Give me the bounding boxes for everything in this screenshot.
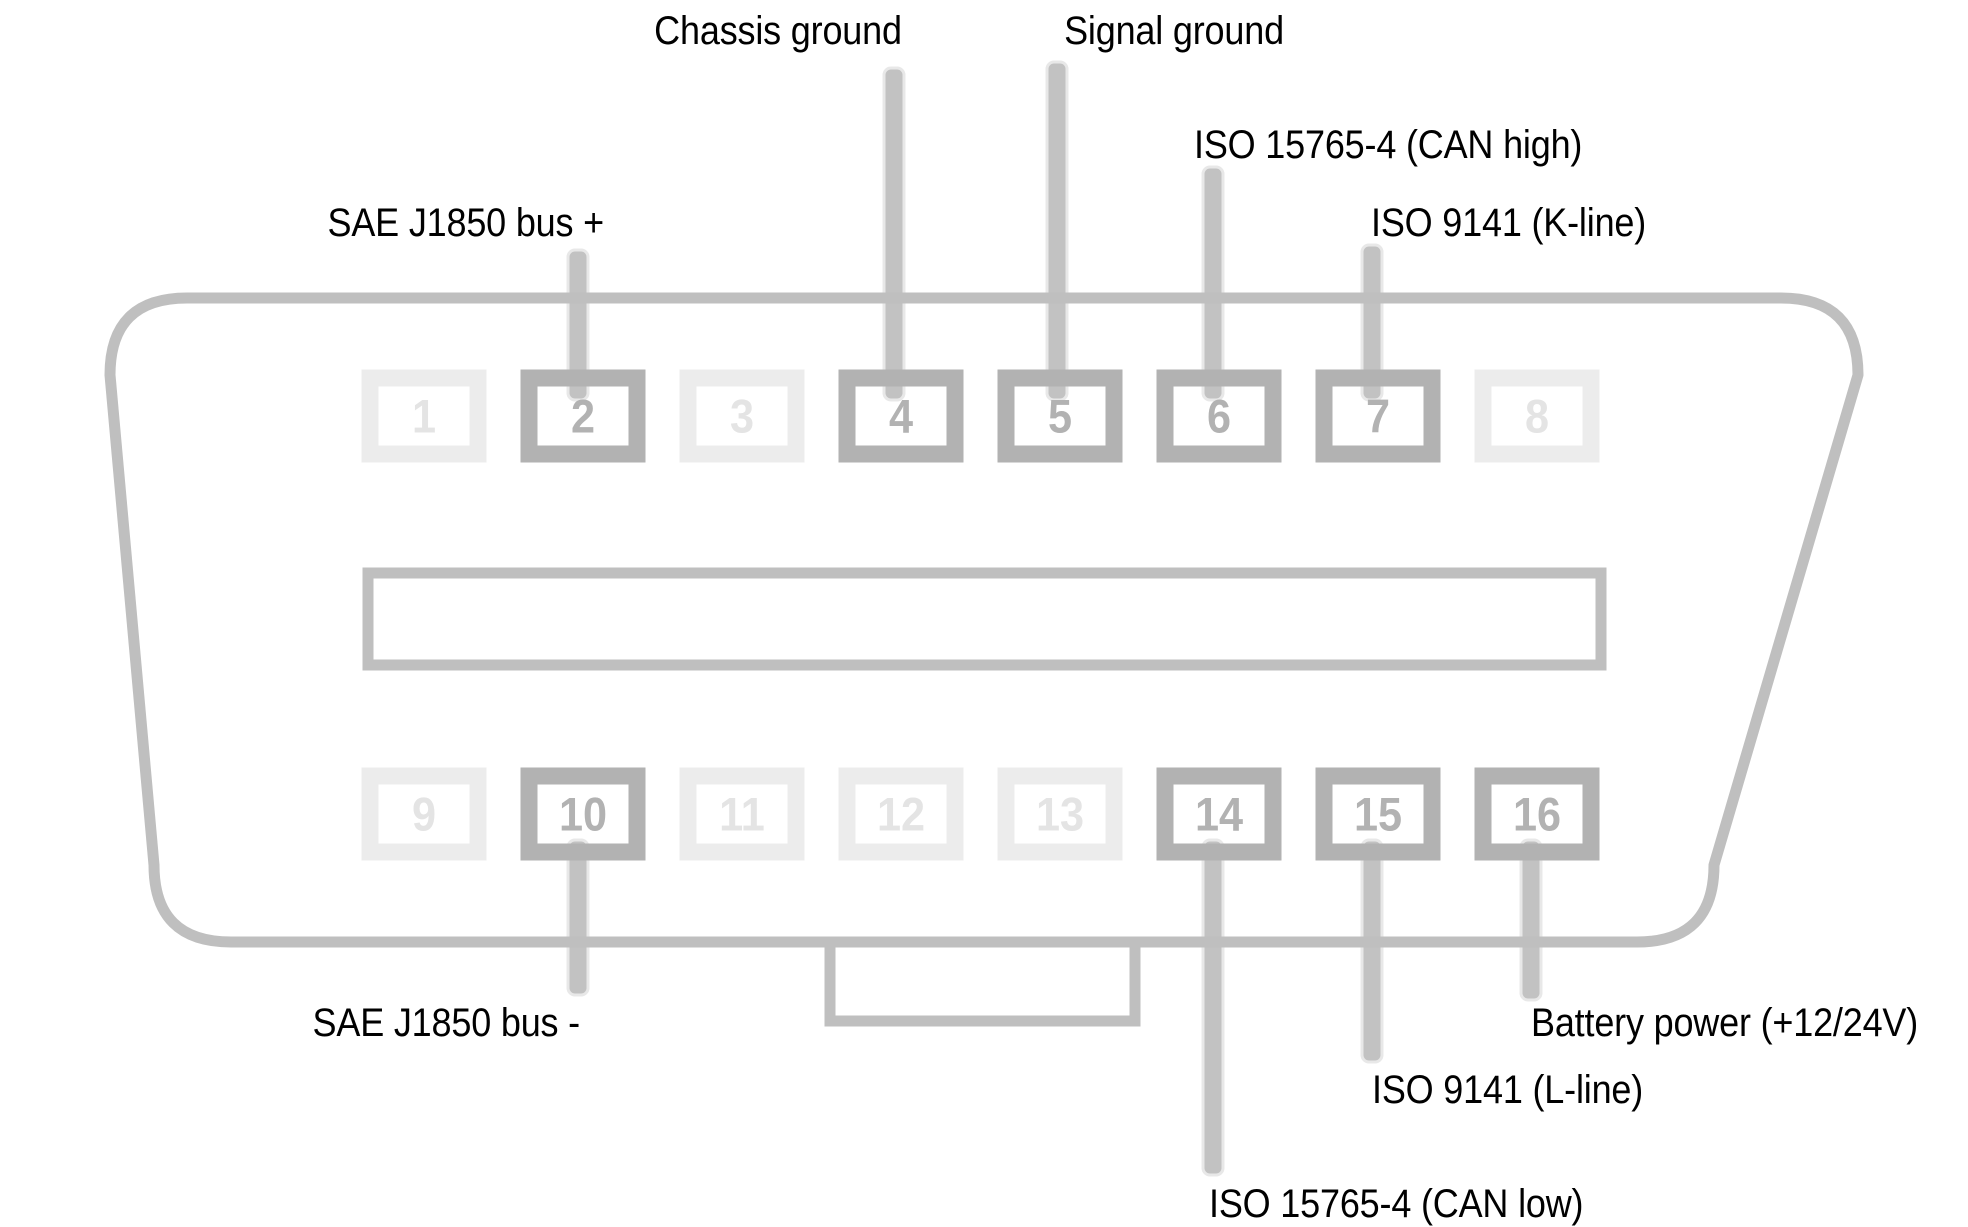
label-l-line: ISO 9141 (L-line): [1372, 1068, 1644, 1112]
lead-pin-4: [882, 66, 906, 402]
pin-number-3: 3: [729, 389, 755, 443]
pin-row-top: [361, 369, 1600, 463]
label-battery-power: Battery power (+12/24V): [1531, 1001, 1919, 1045]
lead-pin-6: [1201, 165, 1225, 402]
bottom-notch: [824, 942, 1141, 1027]
center-slot: [362, 567, 1607, 671]
label-k-line: ISO 9141 (K-line): [1371, 201, 1647, 245]
pin-number-13: 13: [1035, 787, 1085, 841]
pin-number-5: 5: [1047, 389, 1073, 443]
label-sae-j1850-plus: SAE J1850 bus +: [327, 201, 605, 245]
pin-number-14: 14: [1194, 787, 1244, 841]
label-signal-ground: Signal ground: [1064, 9, 1284, 53]
pin-number-9: 9: [411, 787, 437, 841]
pin-number-16: 16: [1512, 787, 1562, 841]
pin-number-12: 12: [876, 787, 926, 841]
pin-number-10: 10: [558, 787, 608, 841]
pin-number-6: 6: [1206, 389, 1232, 443]
lead-pin-5: [1045, 60, 1069, 402]
pin-number-8: 8: [1524, 389, 1550, 443]
lead-pin-10: [566, 838, 590, 997]
lead-pin-14: [1201, 838, 1225, 1177]
label-can-low: ISO 15765-4 (CAN low): [1209, 1182, 1584, 1226]
pin-number-1: 1: [411, 389, 437, 443]
obd2-pinout-diagram: 1 2 3 4 5 6 7 8 9 10 11 12 13 14 15 16 C…: [0, 0, 1968, 1227]
lead-pin-16: [1519, 838, 1543, 1002]
pin-row-bottom: [361, 767, 1600, 861]
label-sae-j1850-minus: SAE J1850 bus -: [312, 1001, 581, 1045]
lead-pin-15: [1360, 838, 1384, 1064]
pin-number-7: 7: [1365, 389, 1391, 443]
pin-number-4: 4: [888, 389, 914, 443]
label-can-high: ISO 15765-4 (CAN high): [1194, 123, 1583, 167]
pin-number-11: 11: [719, 787, 765, 841]
pin-number-15: 15: [1353, 787, 1403, 841]
pin-number-2: 2: [570, 389, 596, 443]
label-chassis-ground: Chassis ground: [654, 9, 902, 53]
